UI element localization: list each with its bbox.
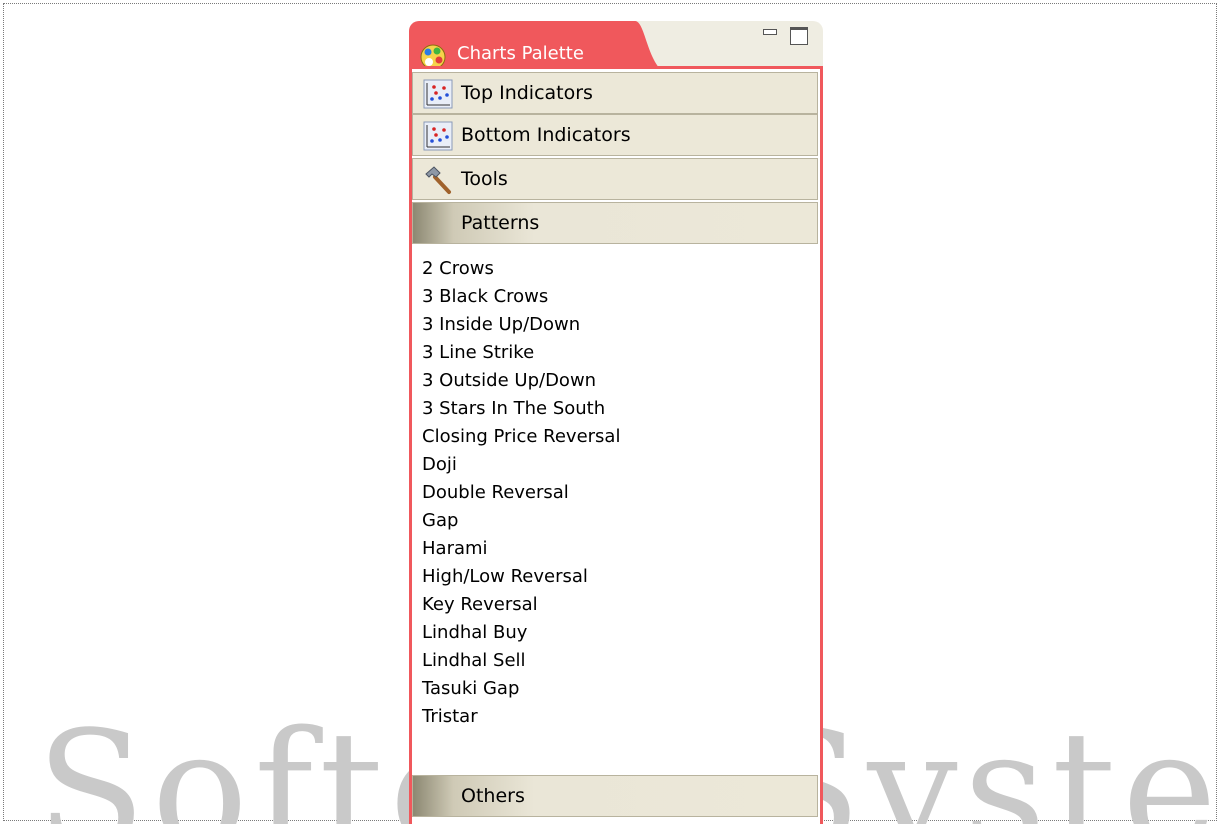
list-item[interactable]: 2 Crows xyxy=(422,255,620,283)
list-item[interactable]: Harami xyxy=(422,535,620,563)
drawer-label: Others xyxy=(461,785,525,807)
list-item[interactable]: 3 Stars In The South xyxy=(422,395,620,423)
charts-palette-view: Charts Palette ✕ Top Indicators xyxy=(407,11,825,824)
list-item[interactable]: High/Low Reversal xyxy=(422,563,620,591)
drawer-others[interactable]: Others xyxy=(412,775,818,817)
drawer-label: Patterns xyxy=(461,212,540,234)
drawer-top-indicators[interactable]: Top Indicators xyxy=(412,72,818,114)
list-item[interactable]: 3 Line Strike xyxy=(422,339,620,367)
drawer-tools[interactable]: Tools xyxy=(412,158,818,200)
list-item[interactable]: Doji xyxy=(422,451,620,479)
drawer-label: Top Indicators xyxy=(461,82,593,104)
palette-body: Top Indicators Bottom Indicators Tools P… xyxy=(409,66,823,824)
list-item[interactable]: Tasuki Gap xyxy=(422,675,620,703)
drawer-label: Tools xyxy=(461,168,508,190)
list-item[interactable]: Lindhal Sell xyxy=(422,647,620,675)
list-item[interactable]: Gap xyxy=(422,507,620,535)
scatter-chart-icon xyxy=(423,79,453,109)
list-item[interactable]: Tristar xyxy=(422,703,620,731)
list-item[interactable]: 3 Inside Up/Down xyxy=(422,311,620,339)
drawer-patterns[interactable]: Patterns xyxy=(412,202,818,244)
list-item[interactable]: Lindhal Buy xyxy=(422,619,620,647)
minimize-icon[interactable] xyxy=(763,29,777,39)
scatter-chart-icon xyxy=(423,121,453,151)
list-item[interactable]: Closing Price Reversal xyxy=(422,423,620,451)
list-item[interactable]: 3 Black Crows xyxy=(422,283,620,311)
list-item[interactable]: Double Reversal xyxy=(422,479,620,507)
tab-title: Charts Palette xyxy=(457,43,584,64)
drawer-bottom-indicators[interactable]: Bottom Indicators xyxy=(412,114,818,156)
hammer-icon xyxy=(425,166,451,194)
list-item[interactable]: Key Reversal xyxy=(422,591,620,619)
patterns-list: 2 Crows 3 Black Crows 3 Inside Up/Down 3 Li… xyxy=(422,255,620,731)
maximize-icon[interactable] xyxy=(790,27,808,45)
list-item[interactable]: 3 Outside Up/Down xyxy=(422,367,620,395)
drawer-label: Bottom Indicators xyxy=(461,124,631,146)
